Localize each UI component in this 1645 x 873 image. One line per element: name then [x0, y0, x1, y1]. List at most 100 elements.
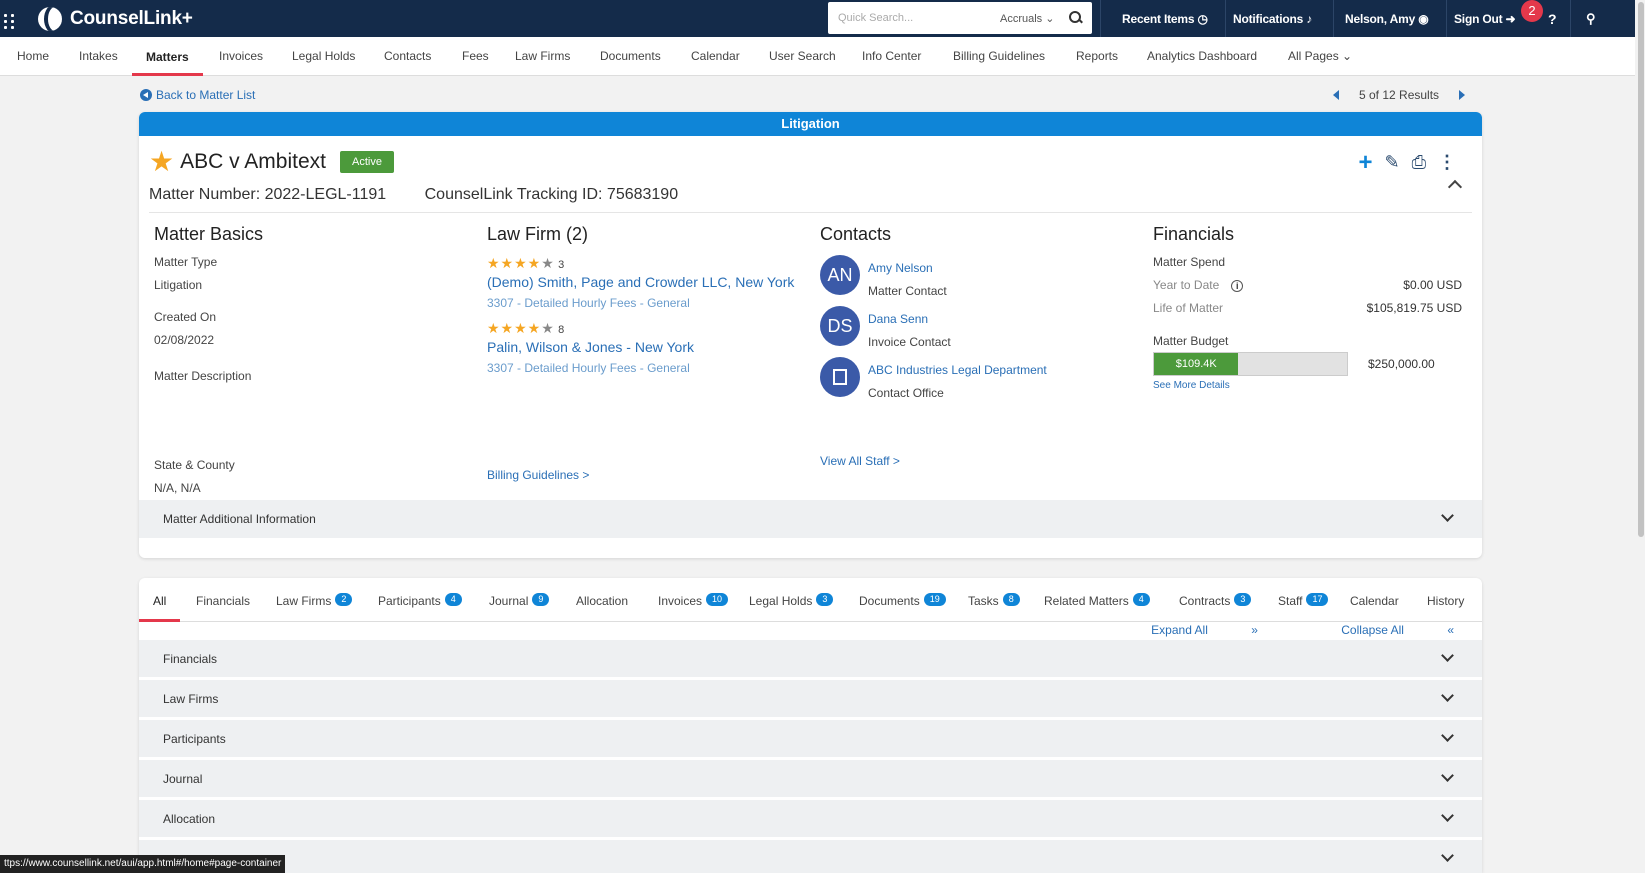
nav-fees[interactable]: Fees	[462, 37, 489, 76]
tab-tasks[interactable]: Tasks 8	[968, 578, 1020, 622]
nav-legal-holds[interactable]: Legal Holds	[292, 37, 355, 76]
app-grid-icon[interactable]	[2, 8, 22, 29]
back-to-matter-list-link[interactable]: Back to Matter List	[140, 88, 255, 102]
favorite-star-icon[interactable]: ★	[149, 148, 174, 176]
collapse-chevron-up-icon[interactable]	[1447, 179, 1463, 195]
billing-guidelines-link[interactable]: Billing Guidelines >	[487, 468, 794, 482]
tab-journal[interactable]: Journal 9	[489, 578, 550, 622]
search-icon[interactable]	[1068, 10, 1084, 26]
recent-items-label: Recent Items	[1122, 11, 1195, 26]
tab-allocation[interactable]: Allocation	[576, 578, 628, 622]
expand-collapse-controls: Expand All » Collapse All «	[1071, 623, 1454, 637]
help-icon[interactable]: ?	[1548, 11, 1557, 27]
nav-documents[interactable]: Documents	[600, 37, 661, 76]
quick-search-input[interactable]	[838, 12, 998, 24]
law-firm-item: ★★★★★ 3 (Demo) Smith, Page and Crowder L…	[487, 255, 794, 310]
see-more-details-link[interactable]: See More Details	[1153, 380, 1462, 391]
nav-matters[interactable]: Matters	[132, 37, 203, 76]
tab-count-badge: 3	[816, 593, 834, 606]
next-result-icon[interactable]	[1459, 90, 1466, 100]
nav-reports[interactable]: Reports	[1076, 37, 1118, 76]
collapse-all-label: Collapse All	[1341, 623, 1404, 637]
tab-legal-holds[interactable]: Legal Holds 3	[749, 578, 834, 622]
sign-out-icon: ➜	[1505, 11, 1516, 26]
tab-label: Staff	[1278, 594, 1303, 608]
nav-law-firms[interactable]: Law Firms	[515, 37, 570, 76]
notifications-button[interactable]: Notifications ♪	[1233, 12, 1312, 26]
tab-documents[interactable]: Documents 19	[859, 578, 946, 622]
recent-items-button[interactable]: Recent Items ◷	[1122, 12, 1208, 26]
contact-name-link[interactable]: Dana Senn	[868, 312, 951, 326]
nav-info-center[interactable]: Info Center	[862, 37, 921, 76]
ytd-value: $0.00 USD	[1403, 278, 1462, 292]
nav-analytics-dashboard[interactable]: Analytics Dashboard	[1147, 37, 1257, 76]
contact-role: Invoice Contact	[868, 335, 951, 349]
expand-all-button[interactable]: Expand All »	[1111, 623, 1258, 637]
law-firm-link[interactable]: Palin, Wilson & Jones - New York	[487, 339, 794, 355]
section-allocation[interactable]: Allocation	[139, 800, 1482, 838]
collapse-all-button[interactable]: Collapse All «	[1301, 623, 1454, 637]
tab-invoices[interactable]: Invoices 10	[658, 578, 729, 622]
nav-contacts[interactable]: Contacts	[384, 37, 431, 76]
tab-staff[interactable]: Staff 17	[1278, 578, 1329, 622]
contact-office-link[interactable]: ABC Industries Legal Department	[868, 363, 1047, 377]
prev-result-icon[interactable]	[1333, 90, 1339, 100]
page-scrollbar[interactable]	[1637, 0, 1645, 873]
rating-stars-icon: ★★★★★	[487, 255, 555, 271]
app-logo[interactable]: CounselLink+	[38, 6, 193, 31]
tab-label: Documents	[859, 594, 920, 608]
tab-related-matters[interactable]: Related Matters 4	[1044, 578, 1150, 622]
life-value: $105,819.75 USD	[1366, 301, 1462, 315]
nav-billing-guidelines[interactable]: Billing Guidelines	[953, 37, 1045, 76]
contact-item: ABC Industries Legal Department Contact …	[820, 357, 1047, 400]
law-firm-fee-link[interactable]: 3307 - Detailed Hourly Fees - General	[487, 361, 794, 375]
section-financials[interactable]: Financials	[139, 640, 1482, 678]
user-menu-button[interactable]: Nelson, Amy ◉	[1345, 12, 1429, 26]
law-firm-fee-link[interactable]: 3307 - Detailed Hourly Fees - General	[487, 296, 794, 310]
section-journal[interactable]: Journal	[139, 760, 1482, 798]
expand-all-label: Expand All	[1151, 623, 1208, 637]
tab-count-badge: 4	[444, 593, 462, 606]
section-law-firms[interactable]: Law Firms	[139, 680, 1482, 718]
section-next[interactable]	[139, 840, 1482, 873]
law-firm-link[interactable]: (Demo) Smith, Page and Crowder LLC, New …	[487, 274, 794, 290]
edit-pencil-icon[interactable]: ✎	[1385, 152, 1400, 173]
nav-home[interactable]: Home	[17, 37, 49, 76]
nav-calendar[interactable]: Calendar	[691, 37, 740, 76]
section-participants[interactable]: Participants	[139, 720, 1482, 758]
nav-intakes[interactable]: Intakes	[79, 37, 118, 76]
search-filter-dropdown[interactable]: Accruals ⌄	[1000, 12, 1054, 25]
sign-out-button[interactable]: Sign Out ➜	[1454, 11, 1516, 26]
tab-label: Calendar	[1350, 594, 1399, 608]
contact-name-link[interactable]: Amy Nelson	[868, 261, 947, 275]
matter-type-label: Matter Type	[154, 255, 218, 269]
tab-history[interactable]: History	[1427, 578, 1464, 622]
matter-additional-info[interactable]: Matter Additional Information	[139, 500, 1482, 538]
nav-all-pages[interactable]: All Pages ⌄	[1288, 37, 1352, 76]
info-icon[interactable]: i	[1231, 280, 1244, 292]
view-all-staff-link[interactable]: View All Staff >	[820, 454, 1047, 468]
nav-invoices[interactable]: Invoices	[219, 37, 263, 76]
tab-label: Legal Holds	[749, 594, 813, 608]
status-badge: Active	[340, 151, 394, 173]
tab-all[interactable]: All	[139, 578, 181, 622]
location-pin-icon[interactable]: ⚲	[1586, 11, 1596, 27]
add-icon[interactable]: +	[1358, 150, 1372, 174]
tab-financials[interactable]: Financials	[196, 578, 250, 622]
tab-contracts[interactable]: Contracts 3	[1179, 578, 1252, 622]
tab-law-firms[interactable]: Law Firms 2	[276, 578, 353, 622]
scrollbar-thumb[interactable]	[1638, 2, 1644, 537]
print-icon[interactable]: ⎙	[1412, 152, 1426, 173]
budget-used: $109.4K	[1154, 353, 1239, 375]
ytd-label: Year to Date	[1153, 278, 1220, 292]
tab-participants[interactable]: Participants 4	[378, 578, 462, 622]
main-nav: Home Intakes Matters Invoices Legal Hold…	[0, 37, 1635, 76]
law-firms-summary: Law Firm (2) ★★★★★ 3 (Demo) Smith, Page …	[487, 224, 794, 482]
tab-calendar[interactable]: Calendar	[1350, 578, 1399, 622]
more-options-icon[interactable]: ⋮	[1438, 152, 1456, 173]
nav-user-search[interactable]: User Search	[769, 37, 836, 76]
chevron-down-icon	[1441, 809, 1454, 822]
state-county-value: N/A, N/A	[154, 481, 201, 495]
contact-item: DS Dana Senn Invoice Contact	[820, 306, 1047, 349]
tracking-id: CounselLink Tracking ID: 75683190	[424, 186, 679, 203]
